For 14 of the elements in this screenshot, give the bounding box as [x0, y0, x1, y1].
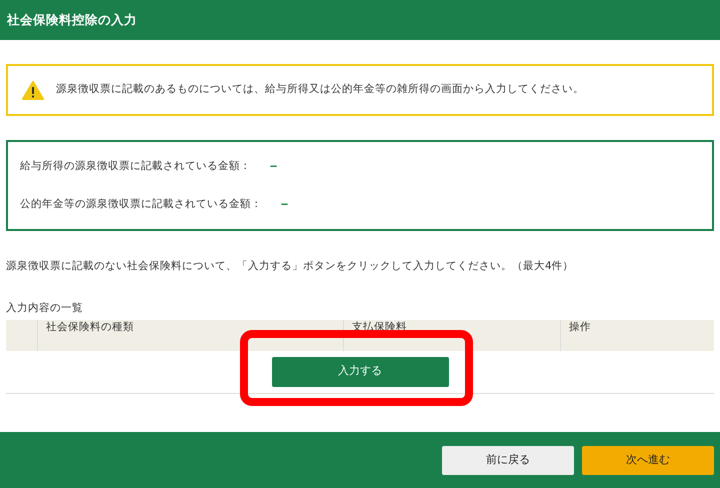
back-button[interactable]: 前に戻る	[442, 446, 574, 474]
amount-label: 公的年金等の源泉徴収票に記載されている金額：	[20, 196, 262, 212]
amount-value: －	[267, 160, 280, 174]
warning-text: 源泉徴収票に記載のあるものについては、給与所得又は公的年金等の雑所得の画面から入力してください。	[56, 82, 584, 98]
input-button[interactable]: 入力する	[272, 356, 448, 386]
amount-label: 給与所得の源泉徴収票に記載されている金額：	[20, 158, 251, 174]
column-header: 操作	[560, 320, 714, 350]
next-button[interactable]: 次へ進む	[582, 446, 714, 474]
list-title: 入力内容の一覧	[6, 300, 84, 316]
instruction-text: 源泉徴収票に記載のない社会保険料について、「入力する」ボタンをクリックして入力してください。（最大4件）	[6, 259, 575, 274]
column-header: 社会保険料の種類	[37, 320, 343, 350]
amount-value: －	[278, 198, 291, 211]
page-title: 社会保険料控除の入力	[0, 0, 720, 40]
warning-icon	[22, 80, 44, 100]
